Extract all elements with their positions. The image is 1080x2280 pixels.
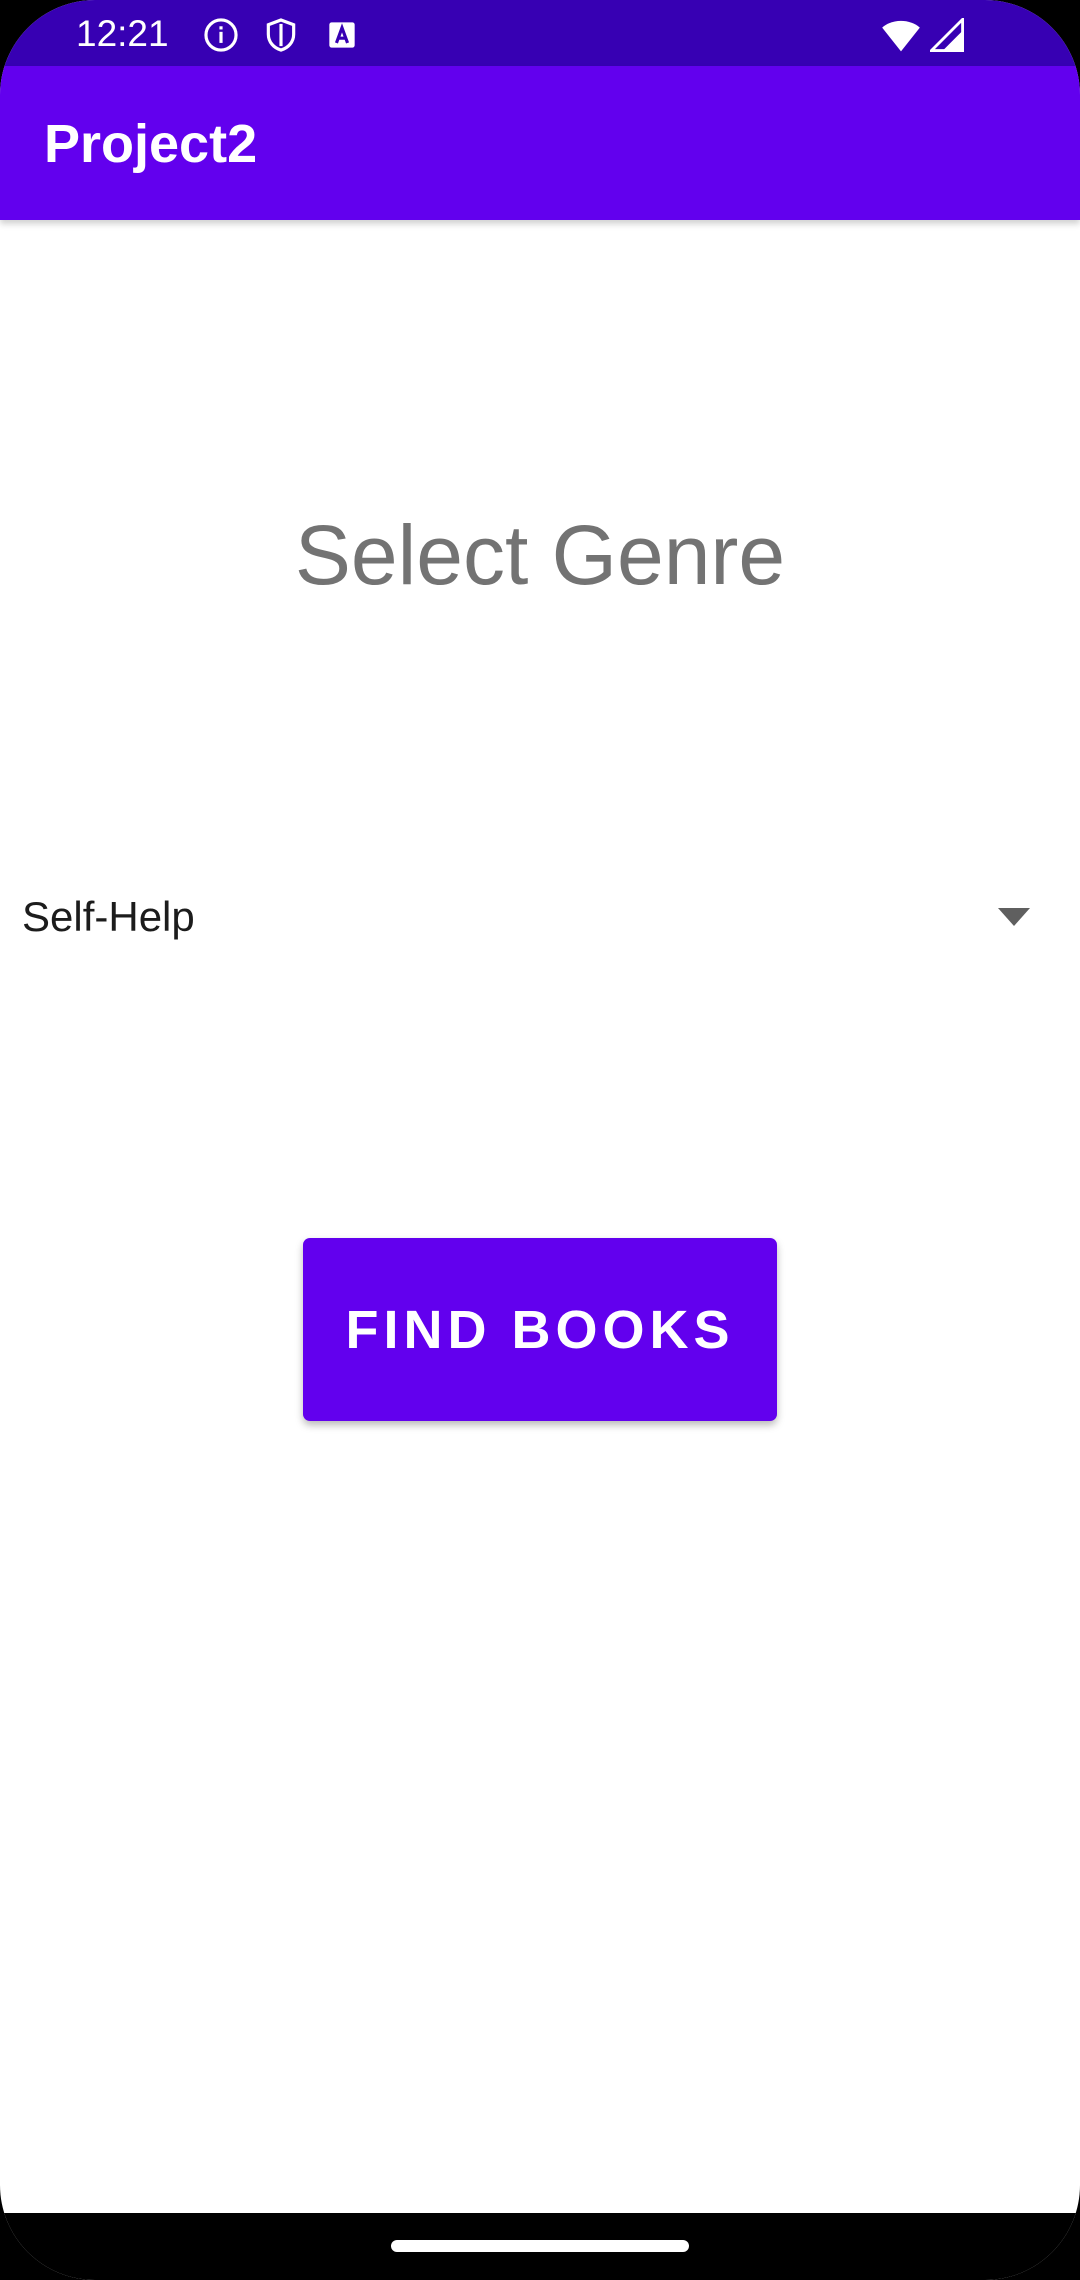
page-heading: Select Genre [294,508,786,602]
cellular-signal-icon [930,18,964,52]
app-bar: Project2 [0,66,1080,220]
shield-icon [262,16,300,54]
app-screen: 12:21 Project2 Select Genre Self-Help FI… [0,0,1080,2280]
genre-spinner-value: Self-Help [22,893,195,940]
dropdown-arrow-icon [998,908,1030,926]
status-bar: 12:21 [0,0,1080,66]
font-a-icon [323,16,361,54]
info-icon [202,16,240,54]
app-title: Project2 [44,114,258,174]
find-books-button[interactable]: FIND BOOKS [303,1238,777,1421]
home-indicator[interactable] [391,2240,689,2252]
wifi-icon [881,17,921,53]
genre-spinner[interactable]: Self-Help [0,870,1080,960]
status-time: 12:21 [76,13,169,54]
